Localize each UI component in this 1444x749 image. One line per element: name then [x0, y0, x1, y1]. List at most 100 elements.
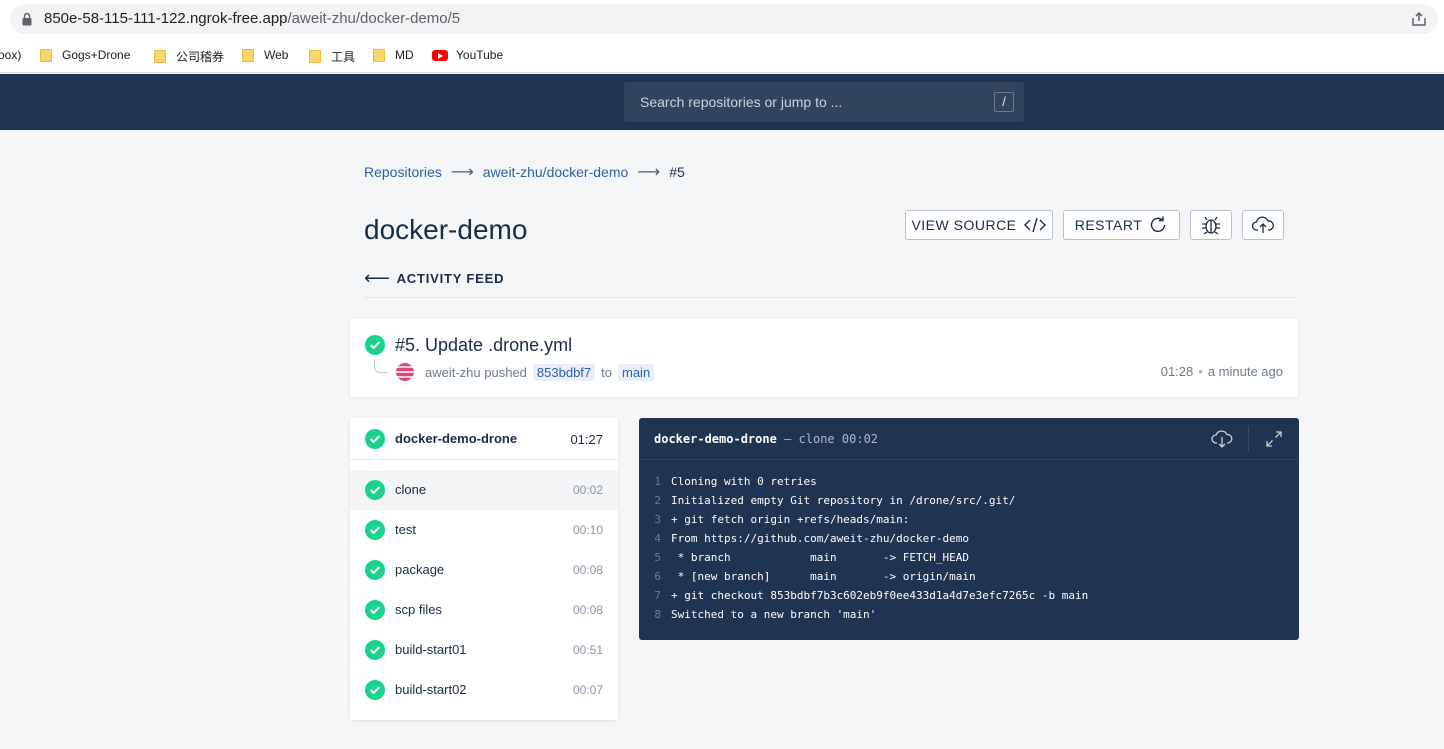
arrow-right-icon: ⟶: [637, 164, 661, 181]
activity-feed-link[interactable]: ⟵ ACTIVITY FEED: [364, 268, 504, 289]
success-check-icon: [365, 560, 385, 580]
bookmark-item[interactable]: oox): [0, 48, 21, 62]
log-line: 3 + git fetch origin +refs/heads/main:: [639, 510, 1299, 529]
bookmark-label: YouTube: [456, 48, 504, 62]
log-line-number: 7: [654, 589, 661, 602]
bookmark-label: Gogs+Drone: [62, 48, 131, 62]
build-time-ago: a minute ago: [1207, 364, 1283, 379]
youtube-icon: [432, 49, 448, 61]
bookmark-label: 工具: [331, 50, 356, 64]
view-source-label: VIEW SOURCE: [911, 217, 1017, 233]
stage-header[interactable]: docker-demo-drone 01:27: [350, 418, 618, 460]
divider: [364, 297, 1298, 298]
log-step-name: clone: [798, 432, 835, 446]
step-build-start02[interactable]: build-start02 00:07: [350, 670, 618, 710]
bookmark-folder[interactable]: Web: [242, 48, 288, 62]
search-input[interactable]: [624, 82, 984, 122]
expand-icon[interactable]: [1265, 430, 1283, 448]
log-output: 1 Cloning with 0 retries 2 Initialized emp…: [639, 472, 1299, 624]
arrow-left-icon: ⟵: [364, 268, 391, 288]
log-panel: docker-demo-drone — clone 00:02 1 Cloning…: [639, 418, 1299, 640]
bookmarks-bar: oox) Gogs+Drone 公司稽券 Web 工具 MD YouTube: [0, 38, 1444, 73]
debug-button[interactable]: [1190, 210, 1232, 240]
log-line: 5 * branch main -> FETCH_HEAD: [639, 548, 1299, 567]
success-check-icon: [365, 680, 385, 700]
step-duration: 00:10: [572, 523, 603, 537]
log-line-text: Initialized empty Git repository in /dro…: [671, 494, 1016, 507]
breadcrumb-repositories-link[interactable]: Repositories: [364, 164, 442, 180]
step-duration: 00:08: [572, 563, 603, 577]
step-name: build-start02: [395, 682, 467, 697]
restart-label: RESTART: [1074, 217, 1143, 233]
success-check-icon: [365, 520, 385, 540]
bookmark-folder[interactable]: 工具: [309, 48, 355, 65]
folder-icon: [40, 48, 52, 62]
bookmark-youtube[interactable]: YouTube: [432, 48, 503, 62]
breadcrumb-current: #5: [669, 164, 685, 180]
bookmark-folder[interactable]: MD: [373, 48, 414, 62]
step-duration: 00:07: [572, 683, 603, 697]
success-check-icon: [365, 335, 385, 355]
branch-link[interactable]: main: [618, 364, 655, 381]
log-line-number: 8: [654, 608, 661, 621]
search-shortcut-key: /: [994, 92, 1014, 112]
arrow-right-icon: ⟶: [450, 164, 474, 181]
bookmark-label: Web: [264, 48, 289, 62]
log-line: 6 * [new branch] main -> origin/main: [639, 567, 1299, 586]
code-icon: [1023, 216, 1047, 234]
log-line-text: Cloning with 0 retries: [671, 475, 817, 488]
build-action: pushed: [484, 365, 527, 380]
log-line-text: Switched to a new branch 'main': [671, 608, 877, 621]
log-separator: —: [784, 432, 792, 446]
search-box[interactable]: /: [624, 82, 1024, 122]
success-check-icon: [365, 600, 385, 620]
stage-name: docker-demo-drone: [395, 431, 518, 446]
bookmark-folder[interactable]: Gogs+Drone: [40, 48, 130, 62]
log-stage-name: docker-demo-drone: [654, 432, 777, 446]
url-path: /aweit-zhu/docker-demo/5: [287, 10, 461, 27]
bookmark-label: oox): [0, 48, 22, 62]
url-host: 850e-58-115-111-122.ngrok-free.app: [44, 10, 288, 27]
commit-link[interactable]: 853bdbf7: [532, 364, 596, 381]
stage-duration: 01:27: [570, 432, 603, 447]
log-line-text: From https://github.com/aweit-zhu/docker…: [671, 532, 970, 545]
log-header-divider: [1248, 426, 1249, 452]
share-icon[interactable]: [1410, 10, 1428, 28]
step-package[interactable]: package 00:08: [350, 550, 618, 590]
restart-button[interactable]: RESTART: [1063, 210, 1180, 240]
breadcrumb-repo-link[interactable]: aweit-zhu/docker-demo: [483, 164, 629, 180]
step-name: test: [395, 522, 416, 537]
step-duration: 00:51: [572, 643, 603, 657]
bookmark-folder[interactable]: 公司稽券: [154, 48, 224, 65]
step-test[interactable]: test 00:10: [350, 510, 618, 550]
avatar: [396, 363, 414, 381]
step-build-start01[interactable]: build-start01 00:51: [350, 630, 618, 670]
log-title: docker-demo-drone — clone 00:02: [654, 432, 878, 446]
address-bar[interactable]: 850e-58-115-111-122.ngrok-free.app/aweit…: [10, 4, 1438, 34]
build-duration: 01:28: [1160, 364, 1194, 379]
step-duration: 00:08: [572, 603, 603, 617]
log-line-text: + git fetch origin +refs/heads/main:: [671, 513, 910, 526]
log-line-number: 2: [654, 494, 661, 507]
build-time: 01:28 • a minute ago: [1160, 364, 1283, 379]
log-line-text: * [new branch] main -> origin/main: [671, 570, 976, 583]
restart-icon: [1148, 215, 1168, 235]
browser-toolbar: 850e-58-115-111-122.ngrok-free.app/aweit…: [0, 0, 1444, 38]
build-title: #5. Update .drone.yml: [395, 335, 573, 355]
step-clone[interactable]: clone 00:02: [350, 470, 618, 510]
log-line-number: 4: [654, 532, 661, 545]
log-step-duration: 00:02: [841, 432, 879, 446]
step-name: package: [395, 562, 445, 577]
activity-feed-label: ACTIVITY FEED: [396, 271, 505, 286]
step-scp-files[interactable]: scp files 00:08: [350, 590, 618, 630]
folder-icon: [373, 48, 385, 62]
success-check-icon: [365, 640, 385, 660]
cloud-download-icon[interactable]: [1211, 428, 1233, 450]
success-check-icon: [365, 480, 385, 500]
build-summary-card: #5. Update .drone.yml aweit-zhu pushed 8…: [350, 319, 1298, 397]
view-source-button[interactable]: VIEW SOURCE: [905, 210, 1053, 240]
to-word: to: [601, 365, 612, 380]
deploy-button[interactable]: [1242, 210, 1284, 240]
bookmark-label: 公司稽券: [176, 50, 225, 64]
url-text[interactable]: 850e-58-115-111-122.ngrok-free.app/aweit…: [44, 10, 460, 27]
